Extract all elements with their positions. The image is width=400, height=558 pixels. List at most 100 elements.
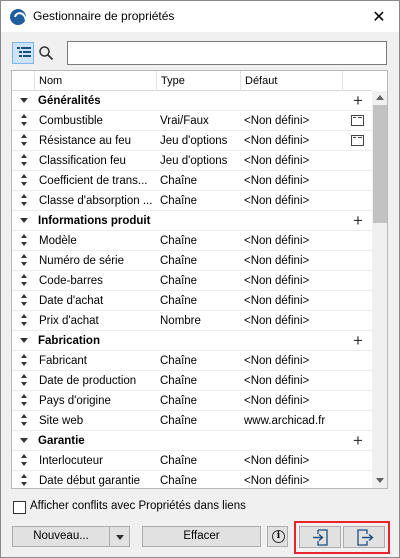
drag-handle-icon[interactable]	[21, 234, 29, 248]
vertical-scrollbar[interactable]	[372, 91, 387, 488]
property-default: <Non défini>	[244, 295, 310, 307]
table-row[interactable]: Prix d'achat Nombre <Non défini>	[12, 311, 372, 331]
property-default: <Non défini>	[244, 475, 310, 487]
property-default: <Non défini>	[244, 375, 310, 387]
property-name: Classe d'absorption ...	[39, 195, 153, 207]
table-row[interactable]: Date d'achat Chaîne <Non défini>	[12, 291, 372, 311]
list-view-toggle-button[interactable]	[12, 42, 34, 64]
property-type: Vrai/Faux	[160, 115, 209, 127]
scroll-up-icon[interactable]	[376, 95, 384, 100]
group-row[interactable]: Fabrication +	[12, 331, 372, 351]
new-property-button[interactable]: Nouveau...	[12, 526, 109, 547]
property-name: Interlocuteur	[39, 455, 103, 467]
property-name: Site web	[39, 415, 84, 427]
drag-handle-icon[interactable]	[21, 294, 29, 308]
show-conflicts-checkbox[interactable]	[13, 501, 26, 514]
property-default: www.archicad.fr	[244, 415, 326, 427]
export-button[interactable]	[343, 526, 385, 548]
drag-handle-icon[interactable]	[21, 354, 29, 368]
column-header-name[interactable]: Nom	[34, 71, 156, 91]
table-row[interactable]: Classe d'absorption ... Chaîne <Non défini…	[12, 191, 372, 211]
table-row[interactable]: Fabricant Chaîne <Non défini>	[12, 351, 372, 371]
drag-handle-icon[interactable]	[21, 314, 29, 328]
info-icon: i	[272, 530, 285, 543]
collapse-caret-icon[interactable]	[20, 98, 28, 103]
delete-button[interactable]: Effacer	[142, 526, 261, 547]
group-row[interactable]: Généralités +	[12, 91, 372, 111]
option-set-icon	[351, 135, 364, 146]
drag-handle-icon[interactable]	[21, 114, 29, 128]
table-row[interactable]: Site web Chaîne www.archicad.fr	[12, 411, 372, 431]
property-type: Chaîne	[160, 415, 198, 427]
info-button[interactable]: i	[267, 526, 288, 547]
drag-handle-icon[interactable]	[21, 274, 29, 288]
close-icon[interactable]: ✕	[359, 1, 399, 32]
property-name: Coefficient de trans...	[39, 175, 148, 187]
table-row[interactable]: Modèle Chaîne <Non défini>	[12, 231, 372, 251]
add-property-icon[interactable]: +	[349, 91, 367, 111]
column-header-default[interactable]: Défaut	[240, 71, 342, 91]
window-title: Gestionnaire de propriétés	[33, 9, 175, 23]
list-view-icon	[17, 47, 31, 57]
table-row[interactable]: Date début garantie Chaîne <Non défini>	[12, 471, 372, 488]
table-row[interactable]: Date de production Chaîne <Non défini>	[12, 371, 372, 391]
drag-handle-icon[interactable]	[21, 194, 29, 208]
property-type: Chaîne	[160, 355, 198, 367]
column-header-type[interactable]: Type	[156, 71, 240, 91]
table-row[interactable]: Classification feu Jeu d'options <Non défi…	[12, 151, 372, 171]
collapse-caret-icon[interactable]	[20, 438, 28, 443]
property-type: Chaîne	[160, 275, 198, 287]
property-name: Modèle	[39, 235, 77, 247]
table-row[interactable]: Interlocuteur Chaîne <Non défini>	[12, 451, 372, 471]
archicad-icon	[10, 9, 26, 25]
drag-handle-icon[interactable]	[21, 414, 29, 428]
property-default: <Non défini>	[244, 395, 310, 407]
drag-handle-icon[interactable]	[21, 154, 29, 168]
drag-handle-icon[interactable]	[21, 394, 29, 408]
title-bar: Gestionnaire de propriétés ✕	[1, 1, 399, 32]
property-name: Date de production	[39, 375, 137, 387]
drag-handle-icon[interactable]	[21, 254, 29, 268]
table-row[interactable]: Numéro de série Chaîne <Non défini>	[12, 251, 372, 271]
property-default: <Non défini>	[244, 455, 310, 467]
property-name: Date début garantie	[39, 475, 141, 487]
add-property-icon[interactable]: +	[349, 331, 367, 351]
scroll-thumb[interactable]	[373, 105, 387, 223]
group-row[interactable]: Informations produit +	[12, 211, 372, 231]
property-type: Chaîne	[160, 235, 198, 247]
property-type: Jeu d'options	[160, 135, 228, 147]
table-row[interactable]: Combustible Vrai/Faux <Non défini>	[12, 111, 372, 131]
property-type: Chaîne	[160, 195, 198, 207]
new-property-dropdown-button[interactable]	[109, 526, 130, 547]
import-button[interactable]	[299, 526, 341, 548]
show-conflicts-label: Afficher conflits avec Propriétés dans l…	[30, 500, 246, 512]
property-default: <Non défini>	[244, 315, 310, 327]
property-name: Numéro de série	[39, 255, 125, 267]
group-name: Généralités	[38, 95, 101, 107]
drag-handle-icon[interactable]	[21, 134, 29, 148]
table-row[interactable]: Coefficient de trans... Chaîne <Non défini…	[12, 171, 372, 191]
add-property-icon[interactable]: +	[349, 211, 367, 231]
group-row[interactable]: Garantie +	[12, 431, 372, 451]
drag-handle-icon[interactable]	[21, 174, 29, 188]
table-body: Généralités + Combustible Vrai/Faux <Non déf…	[12, 91, 372, 488]
property-default: <Non défini>	[244, 195, 310, 207]
drag-handle-icon[interactable]	[21, 454, 29, 468]
property-default: <Non défini>	[244, 155, 310, 167]
property-type: Chaîne	[160, 475, 198, 487]
add-property-icon[interactable]: +	[349, 431, 367, 451]
scroll-down-icon[interactable]	[376, 478, 384, 483]
table-row[interactable]: Code-barres Chaîne <Non défini>	[12, 271, 372, 291]
table-row[interactable]: Résistance au feu Jeu d'options <Non défin…	[12, 131, 372, 151]
property-default: <Non défini>	[244, 175, 310, 187]
search-input[interactable]	[67, 41, 387, 65]
search-toggle-button[interactable]	[35, 42, 57, 64]
property-name: Combustible	[39, 115, 103, 127]
drag-handle-icon[interactable]	[21, 374, 29, 388]
table-row[interactable]: Pays d'origine Chaîne <Non défini>	[12, 391, 372, 411]
property-type: Chaîne	[160, 455, 198, 467]
property-table: Nom Type Défaut Généralités + Combustible V…	[11, 70, 388, 489]
collapse-caret-icon[interactable]	[20, 338, 28, 343]
collapse-caret-icon[interactable]	[20, 218, 28, 223]
drag-handle-icon[interactable]	[21, 474, 29, 488]
